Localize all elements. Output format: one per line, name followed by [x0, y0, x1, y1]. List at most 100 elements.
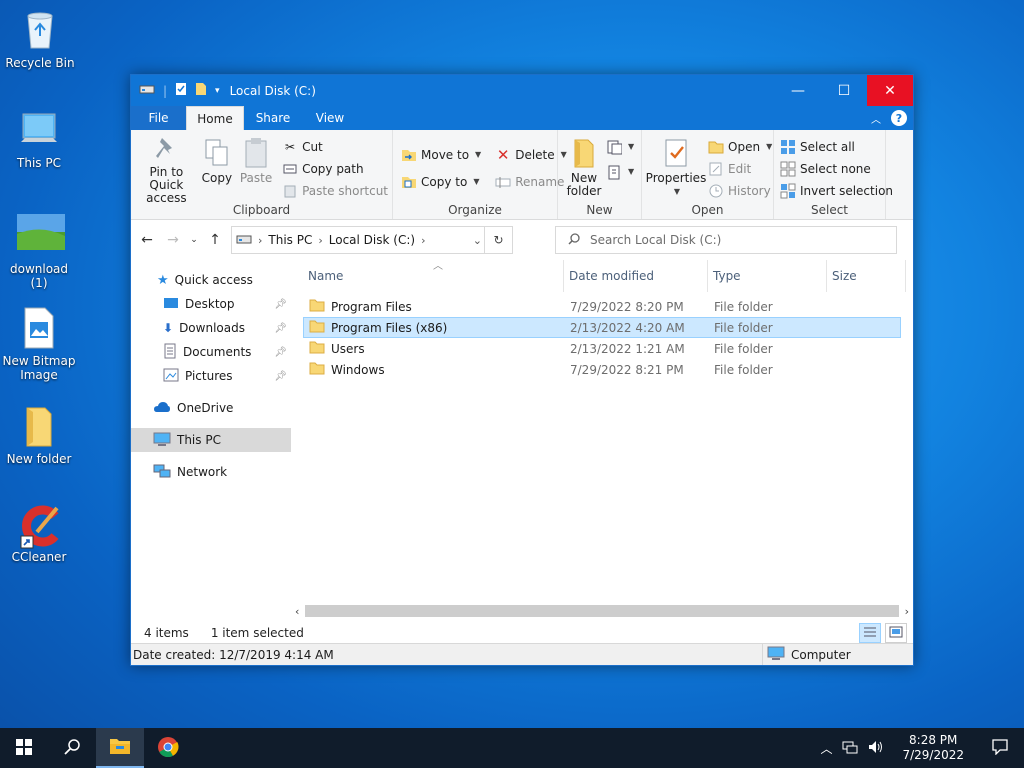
select-all-button[interactable]: Select all — [780, 138, 893, 155]
tab-file[interactable]: File — [131, 106, 186, 130]
easy-access-button[interactable]: ▼ — [606, 163, 634, 180]
paste-shortcut-button[interactable]: Paste shortcut — [282, 182, 388, 199]
back-button[interactable]: ← — [137, 232, 157, 248]
new-folder-qat-icon[interactable] — [195, 82, 207, 99]
maximize-button[interactable]: ☐ — [821, 75, 867, 106]
chevron-right-icon[interactable]: › — [421, 234, 425, 247]
nav-network[interactable]: Network — [131, 460, 291, 484]
large-icons-view-button[interactable] — [885, 623, 907, 643]
ribbon-group-label: Organize — [448, 203, 502, 217]
minimize-button[interactable]: — — [775, 75, 821, 106]
history-icon — [708, 183, 724, 199]
table-row[interactable]: Users 2/13/2022 1:21 AM File folder — [303, 338, 901, 359]
start-button[interactable] — [0, 728, 48, 768]
column-type[interactable]: Type — [708, 260, 827, 292]
chevron-down-icon: ▼ — [473, 177, 480, 186]
nav-this-pc[interactable]: This PC — [131, 428, 291, 452]
folder-icon — [17, 404, 61, 448]
tab-home[interactable]: Home — [186, 106, 244, 130]
breadcrumb-local-disk[interactable]: Local Disk (C:) — [329, 233, 415, 247]
delete-button[interactable]: ✕ Delete ▼ — [495, 146, 567, 164]
scroll-right-icon[interactable]: › — [905, 605, 909, 618]
desktop-icon-ccleaner[interactable]: CCleaner — [1, 502, 77, 564]
drive-icon — [236, 233, 252, 248]
collapse-ribbon-icon[interactable]: ︿ — [871, 111, 881, 126]
nav-desktop[interactable]: Desktop 📌︎ — [131, 292, 291, 316]
chevron-down-icon: ▼ — [475, 150, 482, 159]
pin-icon[interactable]: 📌︎ — [274, 299, 287, 310]
paste-button[interactable]: Paste — [236, 134, 276, 201]
search-icon — [568, 232, 580, 248]
network-icon[interactable] — [842, 740, 858, 757]
pin-icon — [150, 136, 182, 164]
breadcrumb-this-pc[interactable]: This PC — [268, 233, 312, 247]
copy-path-button[interactable]: Copy path — [282, 160, 388, 177]
address-dropdown-icon[interactable]: ⌄ — [473, 234, 482, 247]
new-folder-button[interactable]: New folder — [562, 134, 606, 201]
new-item-button[interactable]: ▼ — [606, 138, 634, 155]
pin-icon[interactable]: 📌︎ — [274, 371, 287, 382]
file-list: ︿ Name Date modified Type Size Program F… — [291, 260, 913, 638]
pin-to-quick-access-button[interactable]: Pin to Quick access — [135, 134, 198, 205]
close-button[interactable]: ✕ — [867, 75, 913, 106]
search-button[interactable] — [48, 728, 96, 768]
action-center-button[interactable] — [982, 738, 1018, 758]
desktop-icon-new-folder[interactable]: New folder — [1, 404, 77, 466]
desktop-icon-new-bitmap[interactable]: New Bitmap Image — [1, 306, 77, 382]
nav-downloads[interactable]: ⬇ Downloads 📌︎ — [131, 316, 291, 340]
open-button[interactable]: Open ▼ — [708, 138, 772, 155]
search-input[interactable]: Search Local Disk (C:) — [555, 226, 897, 254]
horizontal-scrollbar[interactable]: ‹ › — [291, 602, 913, 620]
details-view-button[interactable] — [859, 623, 881, 643]
table-row[interactable]: Windows 7/29/2022 8:21 PM File folder — [303, 359, 901, 380]
volume-icon[interactable] — [868, 740, 884, 757]
nav-pictures[interactable]: Pictures 📌︎ — [131, 364, 291, 388]
address-bar[interactable]: › This PC › Local Disk (C:) › ⌄ ↻ — [231, 226, 513, 254]
history-button[interactable]: History — [708, 182, 772, 199]
customize-qat-icon[interactable]: ▾ — [215, 86, 220, 96]
nav-onedrive[interactable]: OneDrive — [131, 396, 291, 420]
tab-view[interactable]: View — [302, 106, 358, 130]
properties-qat-icon[interactable] — [175, 82, 187, 99]
copy-to-button[interactable]: Copy to ▼ — [401, 173, 481, 190]
table-row[interactable]: Program Files 7/29/2022 8:20 PM File fol… — [303, 296, 901, 317]
desktop-icon-this-pc[interactable]: This PC — [1, 108, 77, 170]
taskbar-file-explorer[interactable] — [96, 728, 144, 768]
refresh-button[interactable]: ↻ — [484, 227, 512, 253]
invert-selection-icon — [780, 183, 796, 199]
search-icon — [64, 738, 80, 758]
taskbar-chrome[interactable] — [144, 728, 192, 768]
pin-icon[interactable]: 📌︎ — [274, 323, 287, 334]
rename-button[interactable]: Rename — [495, 173, 567, 190]
copy-button[interactable]: Copy — [198, 134, 236, 201]
edit-button[interactable]: Edit — [708, 160, 772, 177]
recent-locations-button[interactable]: ⌄ — [189, 235, 199, 245]
move-to-button[interactable]: Move to ▼ — [401, 146, 481, 163]
desktop-icon-download[interactable]: download (1) — [1, 214, 77, 290]
tab-share[interactable]: Share — [244, 106, 302, 130]
column-size[interactable]: Size — [827, 260, 906, 292]
select-none-button[interactable]: Select none — [780, 160, 893, 177]
windows-logo-icon — [16, 738, 32, 758]
pin-icon[interactable]: 📌︎ — [274, 347, 287, 358]
column-date-modified[interactable]: Date modified — [564, 260, 708, 292]
taskbar-clock[interactable]: 8:28 PM 7/29/2022 — [894, 733, 972, 763]
arrow-left-icon: ← — [141, 232, 153, 248]
table-row[interactable]: Program Files (x86) 2/13/2022 4:20 AM Fi… — [303, 317, 901, 338]
invert-selection-button[interactable]: Invert selection — [780, 182, 893, 199]
nav-documents[interactable]: Documents 📌︎ — [131, 340, 291, 364]
nav-quick-access[interactable]: ★ Quick access — [131, 268, 291, 292]
scroll-left-icon[interactable]: ‹ — [295, 605, 299, 618]
window-title: Local Disk (C:) — [229, 83, 316, 98]
cut-button[interactable]: ✂ Cut — [282, 138, 388, 155]
forward-button[interactable]: → — [163, 232, 183, 248]
ribbon-group-label: Clipboard — [232, 203, 291, 217]
show-hidden-icons-chevron-icon[interactable]: ︿ — [820, 740, 832, 757]
desktop-icon-recycle-bin[interactable]: Recycle Bin — [2, 8, 78, 70]
properties-button[interactable]: Properties ▼ — [646, 134, 706, 201]
ccleaner-icon — [17, 502, 61, 549]
arrow-up-icon: ↑ — [209, 232, 221, 248]
scrollbar-thumb[interactable] — [305, 605, 899, 617]
help-icon[interactable]: ? — [891, 110, 907, 126]
up-button[interactable]: ↑ — [205, 232, 225, 248]
